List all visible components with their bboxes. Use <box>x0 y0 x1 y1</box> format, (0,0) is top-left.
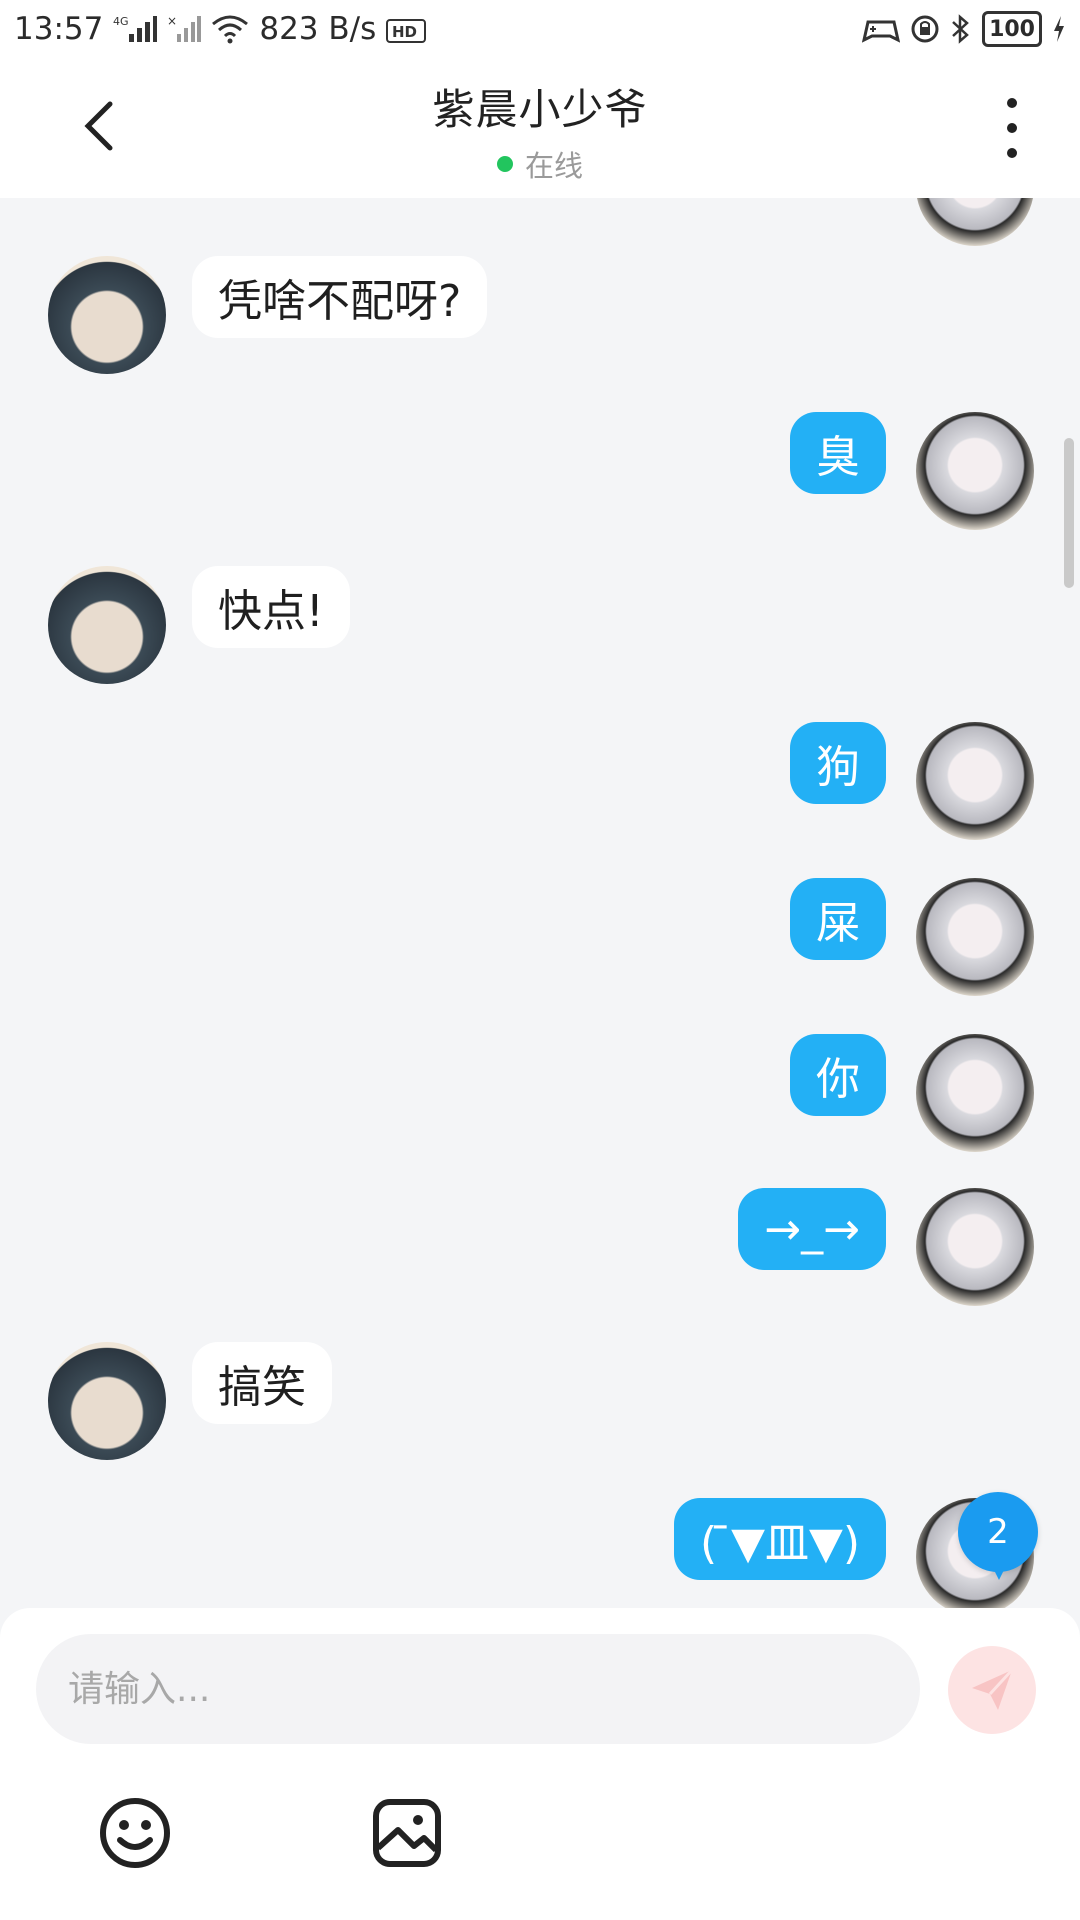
bluetooth-icon <box>950 14 972 44</box>
message-list[interactable]: 凭啥不配呀? 臭 快点! 狗 屎 你 →_→ 搞笑 ( ̄▼皿▼) <box>0 198 1080 1608</box>
message-bubble-incoming[interactable]: 搞笑 <box>192 1342 332 1424</box>
avatar-self[interactable] <box>916 1034 1034 1152</box>
message-bubble-outgoing[interactable]: →_→ <box>738 1188 886 1270</box>
online-dot-icon <box>496 156 513 172</box>
unread-count-badge[interactable]: 2 <box>958 1492 1038 1580</box>
more-dot-icon <box>1007 123 1017 133</box>
message-input[interactable] <box>36 1634 920 1744</box>
contact-name: 紫晨小少爷 <box>432 85 648 134</box>
no-signal-icon: × <box>167 14 202 44</box>
svg-text:×: × <box>167 14 177 28</box>
message-bubble-outgoing[interactable]: 屎 <box>790 878 886 960</box>
more-dot-icon <box>1007 148 1017 158</box>
title-block: 紫晨小少爷 在线 <box>0 76 1080 185</box>
image-icon <box>373 1799 441 1867</box>
avatar-self[interactable] <box>916 1188 1034 1306</box>
more-options-button[interactable] <box>992 98 1032 158</box>
rotation-lock-icon <box>910 14 940 44</box>
avatar-contact[interactable] <box>48 566 166 684</box>
avatar-contact[interactable] <box>48 256 166 374</box>
send-icon <box>972 1668 1014 1710</box>
chat-scrollbar[interactable] <box>1064 438 1074 588</box>
svg-text:4G: 4G <box>113 15 129 28</box>
avatar-self[interactable] <box>916 198 1034 246</box>
charging-icon <box>1052 14 1066 44</box>
avatar-self[interactable] <box>916 878 1034 996</box>
message-bubble-outgoing[interactable]: 臭 <box>790 412 886 494</box>
message-bubble-outgoing[interactable]: 狗 <box>790 722 886 804</box>
status-bar-right: 100 <box>862 11 1066 47</box>
more-dot-icon <box>1007 98 1017 108</box>
wifi-icon <box>211 14 249 44</box>
online-status: 在线 <box>0 143 1080 185</box>
hd-icon: HD <box>386 14 427 44</box>
avatar-contact[interactable] <box>48 1342 166 1460</box>
status-bar: 13:57 4G × 823 B/s HD 100 <box>0 0 1080 58</box>
avatar-self[interactable] <box>916 722 1034 840</box>
message-bubble-incoming[interactable]: 快点! <box>192 566 350 648</box>
image-button[interactable] <box>370 1796 444 1870</box>
chat-header: 紫晨小少爷 在线 <box>0 58 1080 198</box>
status-bar-left: 13:57 4G × 823 B/s HD <box>14 11 427 47</box>
composer-panel <box>0 1608 1080 1920</box>
message-bubble-incoming[interactable]: 凭啥不配呀? <box>192 256 488 338</box>
send-button[interactable] <box>948 1646 1036 1734</box>
online-status-label: 在线 <box>524 149 583 183</box>
clock: 13:57 <box>14 11 104 47</box>
avatar-self[interactable] <box>916 412 1034 530</box>
smile-icon <box>100 1798 170 1868</box>
emoji-button[interactable] <box>98 1796 172 1870</box>
network-speed: 823 B/s <box>259 11 377 47</box>
cellular-signal-icon: 4G <box>113 14 158 44</box>
message-bubble-outgoing[interactable]: 你 <box>790 1034 886 1116</box>
svg-text:HD: HD <box>392 23 417 41</box>
battery-icon: 100 <box>982 11 1042 47</box>
message-bubble-outgoing[interactable]: ( ̄▼皿▼) <box>674 1498 886 1580</box>
gamepad-icon <box>862 14 901 44</box>
